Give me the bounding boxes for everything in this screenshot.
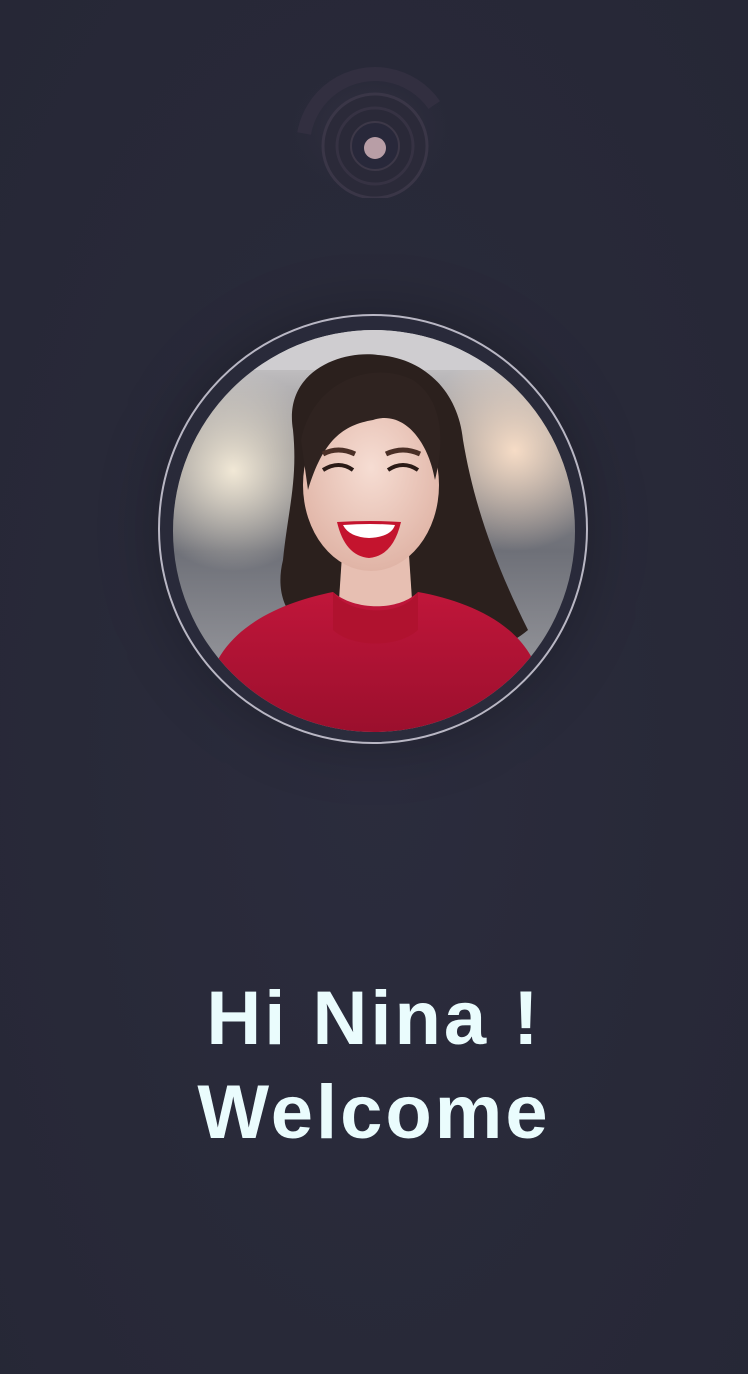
signal-waves-icon (270, 38, 460, 198)
avatar[interactable] (173, 330, 575, 732)
greeting-line-welcome: Welcome (197, 1070, 551, 1155)
welcome-screen: Hi Nina ! Welcome (0, 0, 748, 1374)
greeting-line-name: Hi Nina ! (206, 976, 542, 1061)
welcome-greeting: Hi Nina ! Welcome (0, 972, 748, 1160)
